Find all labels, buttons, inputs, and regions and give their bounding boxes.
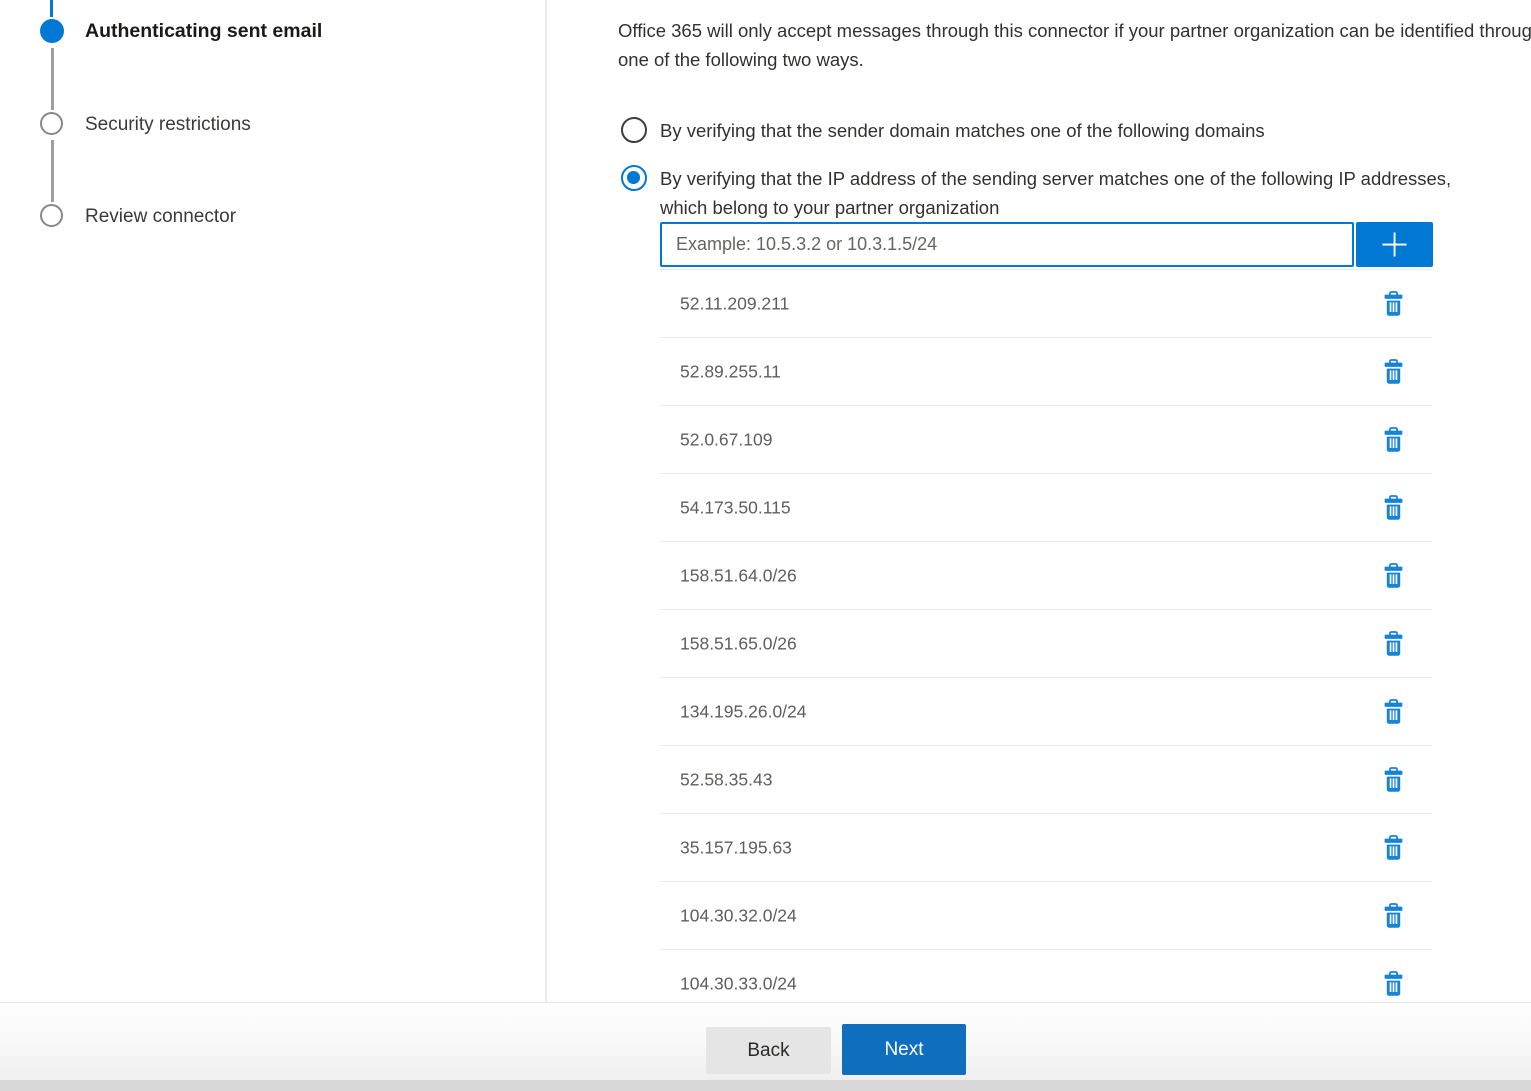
delete-ip-button[interactable] (1380, 289, 1406, 319)
ip-address-value: 104.30.32.0/24 (680, 905, 797, 926)
plus-icon (1381, 231, 1408, 258)
ip-address-value: 134.195.26.0/24 (680, 701, 807, 722)
ip-address-value: 52.89.255.11 (680, 361, 781, 382)
main-content: Office 365 will only accept messages thr… (547, 0, 1531, 1002)
ip-list-row: 104.30.32.0/24 (660, 881, 1432, 949)
step-circle-empty (40, 204, 63, 227)
radio-button[interactable] (621, 165, 647, 191)
stepper-progress-line (50, 0, 53, 17)
next-button[interactable]: Next (842, 1024, 966, 1075)
trash-icon (1383, 359, 1404, 385)
delete-ip-button[interactable] (1380, 969, 1406, 999)
ip-list-row: 54.173.50.115 (660, 473, 1432, 541)
ip-address-value: 158.51.65.0/26 (680, 633, 797, 654)
trash-icon (1383, 427, 1404, 453)
delete-ip-button[interactable] (1380, 357, 1406, 387)
ip-list-row: 52.58.35.43 (660, 745, 1432, 813)
intro-text: Office 365 will only accept messages thr… (618, 17, 1531, 74)
step-circle-empty (40, 112, 63, 135)
trash-icon (1383, 835, 1404, 861)
ip-address-value: 52.58.35.43 (680, 769, 772, 790)
radio-option-label: By verifying that the sender domain matc… (660, 116, 1265, 145)
delete-ip-button[interactable] (1380, 697, 1406, 727)
delete-ip-button[interactable] (1380, 493, 1406, 523)
radio-button[interactable] (621, 117, 647, 143)
ip-list-row: 158.51.65.0/26 (660, 609, 1432, 677)
ip-address-value: 52.11.209.211 (680, 293, 789, 314)
ip-address-value: 104.30.33.0/24 (680, 973, 797, 994)
ip-list-row: 104.30.33.0/24 (660, 949, 1432, 1002)
step-connector-line (51, 48, 54, 110)
trash-icon (1383, 495, 1404, 521)
step-label: Review connector (85, 204, 236, 229)
trash-icon (1383, 699, 1404, 725)
ip-address-value: 54.173.50.115 (680, 497, 791, 518)
delete-ip-button[interactable] (1380, 425, 1406, 455)
delete-ip-button[interactable] (1380, 765, 1406, 795)
ip-address-value: 35.157.195.63 (680, 837, 792, 858)
trash-icon (1383, 631, 1404, 657)
ip-list-row: 52.89.255.11 (660, 337, 1432, 405)
ip-address-list: 52.11.209.211 52.89.255.11 (660, 269, 1432, 1002)
wizard-footer: Back Next (0, 1002, 1531, 1091)
trash-icon (1383, 563, 1404, 589)
trash-icon (1383, 767, 1404, 793)
ip-list-row: 158.51.64.0/26 (660, 541, 1432, 609)
ip-list-row: 52.0.67.109 (660, 405, 1432, 473)
ip-list-row: 134.195.26.0/24 (660, 677, 1432, 745)
ip-list-row: 35.157.195.63 (660, 813, 1432, 881)
ip-address-value: 158.51.64.0/26 (680, 565, 797, 586)
back-button[interactable]: Back (706, 1027, 831, 1074)
step-label: Authenticating sent email (85, 19, 322, 44)
delete-ip-button[interactable] (1380, 629, 1406, 659)
step-circle-filled (40, 19, 64, 43)
step-connector-line (51, 140, 54, 202)
trash-icon (1383, 903, 1404, 929)
trash-icon (1383, 971, 1404, 997)
ip-address-input[interactable] (660, 222, 1354, 267)
delete-ip-button[interactable] (1380, 901, 1406, 931)
ip-address-value: 52.0.67.109 (680, 429, 772, 450)
add-ip-button[interactable] (1356, 222, 1433, 267)
radio-option-label: By verifying that the IP address of the … (660, 164, 1460, 222)
delete-ip-button[interactable] (1380, 833, 1406, 863)
step-label: Security restrictions (85, 112, 251, 137)
wizard-stepper: Authenticating sent email Security restr… (0, 0, 545, 1002)
ip-list-row: 52.11.209.211 (660, 269, 1432, 337)
trash-icon (1383, 291, 1404, 317)
connector-wizard-page: Authenticating sent email Security restr… (0, 0, 1531, 1091)
delete-ip-button[interactable] (1380, 561, 1406, 591)
bottom-bar (0, 1080, 1531, 1091)
